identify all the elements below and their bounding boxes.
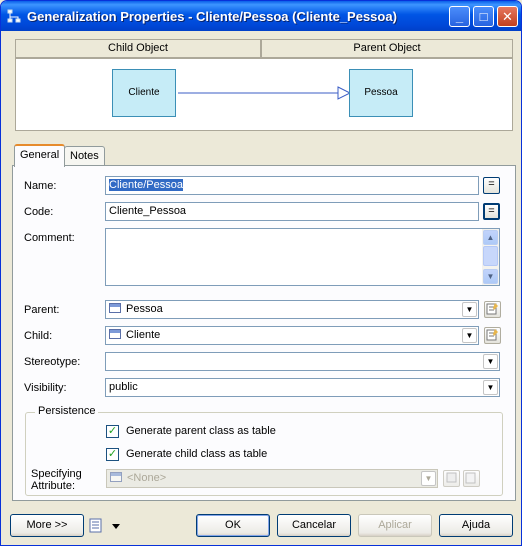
persistence-group: Persistence ✓ Generate parent class as t… [25, 405, 503, 496]
name-label: Name: [24, 180, 57, 192]
comment-textarea[interactable]: ▲ ▼ [105, 228, 500, 286]
properties-icon [486, 303, 498, 315]
stereotype-label: Stereotype: [24, 356, 81, 368]
persistence-title: Persistence [35, 405, 99, 417]
child-properties-button[interactable] [484, 327, 501, 344]
checkmark-icon: ✓ [107, 448, 118, 460]
name-value: Cliente/Pessoa [109, 179, 183, 191]
list-menu-icon [89, 518, 120, 533]
chevron-down-icon[interactable]: ▼ [483, 354, 498, 369]
comment-label: Comment: [24, 232, 75, 244]
specifying-attribute-select[interactable]: <None> ▼ [106, 469, 438, 488]
tab-strip: General Notes [12, 144, 516, 167]
scroll-thumb[interactable] [483, 246, 498, 266]
generate-parent-label[interactable]: Generate parent class as table [126, 425, 276, 437]
class-icon [109, 329, 121, 339]
window-title: Generalization Properties - Cliente/Pess… [27, 9, 397, 24]
minimize-icon: _ [455, 9, 464, 24]
properties-icon [486, 329, 498, 341]
attribute-properties-button[interactable] [463, 470, 480, 487]
minimize-button[interactable]: _ [449, 6, 470, 27]
parent-label: Parent: [24, 304, 60, 316]
equals-icon: = [488, 205, 495, 217]
comment-scrollbar[interactable]: ▲ ▼ [482, 229, 499, 285]
attribute-icon [110, 472, 122, 482]
ok-button[interactable]: OK [196, 514, 270, 537]
name-to-code-button[interactable]: = [483, 177, 500, 194]
chevron-down-icon[interactable]: ▼ [421, 471, 436, 486]
close-icon: ✕ [502, 9, 513, 24]
general-tab-panel: Name: Cliente/Pessoa = Code: Cliente_Pes… [12, 165, 516, 501]
parent-properties-button[interactable] [484, 301, 501, 318]
child-label: Child: [24, 330, 53, 342]
generate-child-checkbox[interactable]: ✓ [106, 448, 119, 461]
more-button[interactable]: More >> [10, 514, 84, 537]
code-label: Code: [24, 206, 54, 218]
generate-parent-checkbox[interactable]: ✓ [106, 425, 119, 438]
code-value: Cliente_Pessoa [109, 205, 187, 217]
stereotype-select[interactable]: ▼ [105, 352, 500, 371]
parent-entity[interactable]: Pessoa [349, 69, 413, 117]
code-sync-button[interactable]: = [483, 203, 500, 220]
tab-general[interactable]: General [14, 144, 66, 167]
child-object-header: Child Object [15, 39, 261, 58]
scroll-down-icon[interactable]: ▼ [483, 269, 498, 284]
child-entity[interactable]: Cliente [112, 69, 176, 117]
visibility-select[interactable]: public ▼ [105, 378, 500, 397]
maximize-button[interactable]: □ [473, 6, 494, 27]
title-bar[interactable]: Generalization Properties - Cliente/Pess… [1, 1, 521, 31]
generate-child-label[interactable]: Generate child class as table [126, 448, 267, 460]
scroll-up-icon[interactable]: ▲ [483, 230, 498, 245]
chevron-down-icon[interactable]: ▼ [483, 380, 498, 395]
equals-icon: = [488, 178, 495, 190]
apply-button[interactable]: Aplicar [358, 514, 432, 537]
dialog-client: Child Object Parent Object Cliente Pesso… [4, 31, 518, 543]
inheritance-arrow [178, 86, 352, 100]
visibility-label: Visibility: [24, 382, 67, 394]
menu-options-button[interactable] [88, 517, 124, 535]
new-icon [446, 472, 457, 483]
attribute-create-button[interactable] [443, 470, 460, 487]
name-field[interactable]: Cliente/Pessoa [105, 176, 479, 195]
code-field[interactable]: Cliente_Pessoa [105, 202, 479, 221]
visibility-value: public [109, 381, 138, 393]
chevron-down-icon[interactable]: ▼ [462, 328, 477, 343]
parent-object-header: Parent Object [261, 39, 513, 58]
close-button[interactable]: ✕ [497, 6, 518, 27]
parent-select[interactable]: Pessoa ▼ [105, 300, 479, 319]
child-value: Cliente [126, 329, 161, 341]
tab-notes[interactable]: Notes [64, 146, 105, 166]
properties-window: Generalization Properties - Cliente/Pess… [0, 0, 522, 546]
class-icon [109, 303, 121, 313]
checkmark-icon: ✓ [107, 425, 118, 437]
maximize-icon: □ [479, 9, 488, 24]
parent-value: Pessoa [126, 303, 163, 315]
chevron-down-icon[interactable]: ▼ [462, 302, 477, 317]
child-select[interactable]: Cliente ▼ [105, 326, 479, 345]
properties-icon [465, 472, 476, 484]
help-button[interactable]: Ajuda [439, 514, 513, 537]
object-headers: Child Object Parent Object [15, 39, 513, 58]
specifying-attribute-label: Specifying Attribute: [31, 468, 82, 492]
specifying-attribute-value: <None> [127, 472, 167, 484]
generalization-preview: Cliente Pessoa [15, 58, 513, 131]
generalization-icon [7, 9, 21, 23]
cancel-button[interactable]: Cancelar [277, 514, 351, 537]
